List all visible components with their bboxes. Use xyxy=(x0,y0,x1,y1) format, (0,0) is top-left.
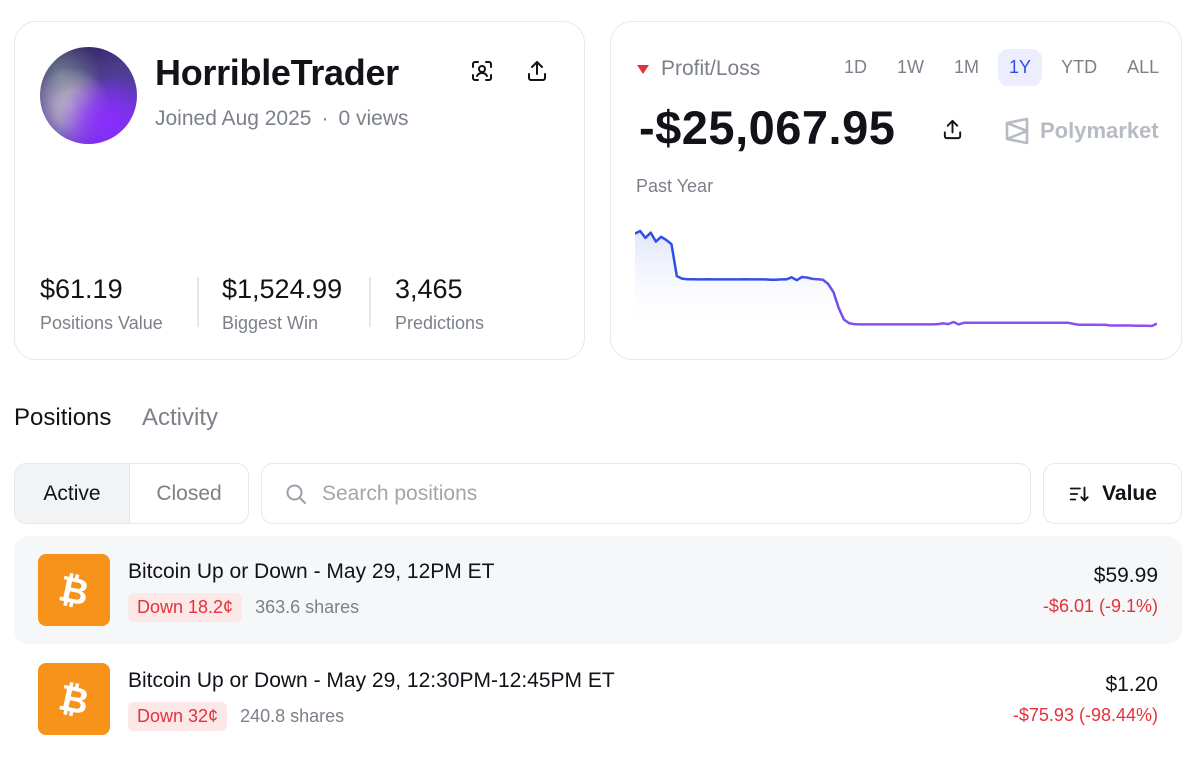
share-pnl-button[interactable] xyxy=(937,114,967,144)
stat-predictions: 3,465 Predictions xyxy=(395,274,484,334)
scan-profile-button[interactable] xyxy=(467,56,497,86)
range-1y[interactable]: 1Y xyxy=(998,49,1043,86)
stat-label: Positions Value xyxy=(40,313,163,333)
range-1w[interactable]: 1W xyxy=(886,49,935,86)
share-profile-button[interactable] xyxy=(522,56,552,86)
outcome-badge: Down 18.2¢ xyxy=(128,593,243,622)
filter-active-button[interactable]: Active xyxy=(15,464,130,523)
pnl-area xyxy=(635,231,1157,332)
username: HorribleTrader xyxy=(155,52,399,93)
profit-loss-card: Profit/Loss 1D 1W 1M 1Y YTD ALL -$25,067.95 P… xyxy=(610,21,1182,360)
shares-count: 363.6 shares xyxy=(255,597,360,617)
polymarket-logo-icon xyxy=(1005,117,1029,145)
tab-positions[interactable]: Positions xyxy=(14,404,111,432)
stat-label: Biggest Win xyxy=(222,313,319,333)
search-input[interactable] xyxy=(322,481,962,506)
down-triangle-icon xyxy=(637,64,649,74)
stat-divider xyxy=(197,277,199,327)
stat-value: $1,524.99 xyxy=(222,274,343,304)
svg-text:₿: ₿ xyxy=(55,568,92,612)
search-box xyxy=(261,463,1031,524)
sort-descending-icon xyxy=(1069,486,1089,501)
position-status-toggle: Active Closed xyxy=(14,463,249,524)
meta-separator: · xyxy=(321,107,329,130)
chart-period-label: Past Year xyxy=(636,176,714,196)
range-selector: 1D 1W 1M 1Y YTD ALL xyxy=(833,49,1170,86)
views-count: 0 views xyxy=(338,107,409,130)
filter-closed-button[interactable]: Closed xyxy=(130,464,248,523)
position-title: Bitcoin Up or Down - May 29, 12PM ET xyxy=(128,560,495,583)
share-icon xyxy=(528,61,546,81)
range-all[interactable]: ALL xyxy=(1116,49,1170,86)
share-icon xyxy=(943,119,961,139)
profile-meta: Joined Aug 2025 · 0 views xyxy=(155,107,409,131)
shares-count: 240.8 shares xyxy=(240,706,345,726)
bitcoin-icon: ₿ xyxy=(38,663,110,735)
stat-label: Predictions xyxy=(395,313,485,333)
position-meta: Down 18.2¢ 363.6 shares xyxy=(128,593,359,622)
range-1d[interactable]: 1D xyxy=(833,49,878,86)
polymarket-brand: Polymarket xyxy=(1004,117,1159,145)
svg-text:₿: ₿ xyxy=(55,677,92,721)
position-value: $59.99 xyxy=(1093,564,1158,587)
brand-name: Polymarket xyxy=(1040,118,1159,143)
position-change: -$75.93 (-98.44%) xyxy=(1012,705,1158,725)
stat-positions-value: $61.19 Positions Value xyxy=(40,274,163,334)
search-icon xyxy=(286,484,306,504)
sort-label: Value xyxy=(1102,481,1157,505)
position-value: $1.20 xyxy=(1105,673,1158,696)
pnl-chart xyxy=(635,229,1157,332)
scan-user-icon xyxy=(472,61,492,81)
sort-button[interactable]: Value xyxy=(1043,463,1182,524)
avatar[interactable] xyxy=(40,47,137,144)
position-meta: Down 32¢ 240.8 shares xyxy=(128,702,344,731)
outcome-badge: Down 32¢ xyxy=(128,702,228,731)
stat-value: 3,465 xyxy=(395,274,463,304)
stat-biggest-win: $1,524.99 Biggest Win xyxy=(222,274,342,334)
position-title: Bitcoin Up or Down - May 29, 12:30PM-12:… xyxy=(128,669,615,692)
pnl-value: -$25,067.95 xyxy=(639,101,896,154)
stat-value: $61.19 xyxy=(40,274,123,304)
position-row[interactable]: ₿ Bitcoin Up or Down - May 29, 12PM ET D… xyxy=(14,536,1182,644)
bitcoin-icon: ₿ xyxy=(38,554,110,626)
range-ytd[interactable]: YTD xyxy=(1050,49,1108,86)
position-row[interactable]: ₿ Bitcoin Up or Down - May 29, 12:30PM-1… xyxy=(14,645,1182,753)
tab-activity[interactable]: Activity xyxy=(142,404,218,432)
pnl-header: Profit/Loss xyxy=(637,57,760,81)
joined-date: Joined Aug 2025 xyxy=(155,107,312,130)
profile-card: HorribleTrader Joined Aug 2025 · 0 views $… xyxy=(14,21,585,360)
stat-divider xyxy=(369,277,371,327)
pnl-label: Profit/Loss xyxy=(661,57,761,80)
position-change: -$6.01 (-9.1%) xyxy=(1042,596,1158,616)
range-1m[interactable]: 1M xyxy=(943,49,990,86)
